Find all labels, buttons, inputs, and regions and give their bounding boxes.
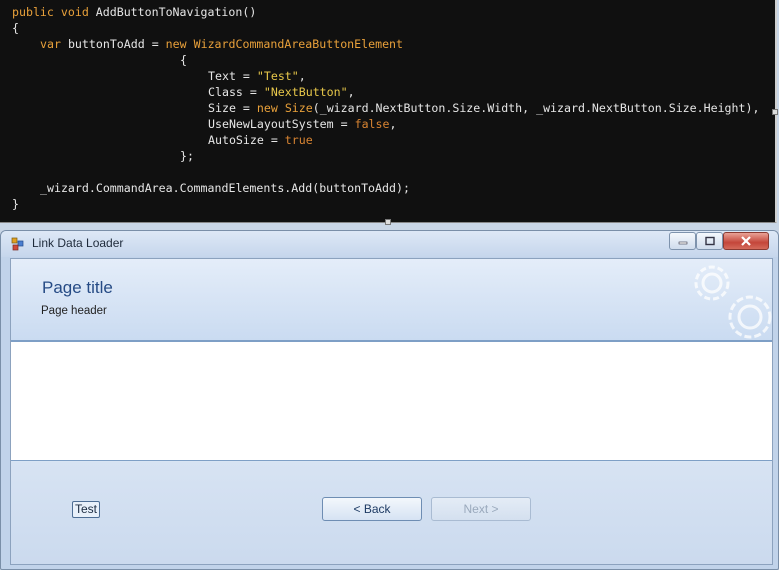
page-title: Page title [42, 278, 113, 297]
maximize-button[interactable] [696, 232, 723, 250]
maximize-icon [704, 236, 715, 246]
wizard-panel: Page title Page header Test < Back Next … [10, 258, 773, 565]
code-line-9: AutoSize = true [208, 133, 313, 147]
resize-handle-bottom[interactable] [385, 219, 391, 225]
code-line-1: public void AddButtonToNavigation() [12, 5, 257, 19]
wizard-window: Link Data Loader Page title Page header [0, 230, 779, 570]
code-line-5: Text = "Test", [208, 69, 306, 83]
back-button[interactable]: < Back [322, 497, 422, 521]
close-button[interactable] [723, 232, 769, 250]
close-icon [741, 236, 751, 246]
title-bar[interactable]: Link Data Loader [1, 231, 778, 257]
minimize-button[interactable] [669, 232, 696, 250]
code-line-7: Size = new Size(_wizard.NextButton.Size.… [208, 101, 760, 115]
next-button[interactable]: Next > [431, 497, 531, 521]
page-header-text: Page header [41, 305, 107, 317]
minimize-icon [678, 241, 687, 245]
code-editor: public void AddButtonToNavigation() { va… [0, 0, 778, 225]
gears-icon [694, 265, 772, 339]
code-line-3: var buttonToAdd = new WizardCommandAreaB… [40, 37, 404, 51]
code-line-8: UseNewLayoutSystem = false, [208, 117, 397, 131]
content-area [11, 342, 772, 461]
command-area: Test < Back Next > [11, 462, 772, 564]
app-icon [11, 237, 24, 251]
code-line-2: { [12, 21, 19, 35]
code-line-4: { [180, 53, 187, 67]
code-line-12: _wizard.CommandArea.CommandElements.Add(… [40, 181, 410, 195]
code-line-13: } [12, 197, 19, 211]
test-button[interactable]: Test [72, 501, 100, 518]
code-line-10: }; [180, 149, 194, 163]
page-header-area: Page title Page header [11, 259, 772, 342]
code-line-6: Class = "NextButton", [208, 85, 355, 99]
resize-handle-right[interactable] [772, 109, 778, 115]
window-title: Link Data Loader [32, 236, 124, 250]
